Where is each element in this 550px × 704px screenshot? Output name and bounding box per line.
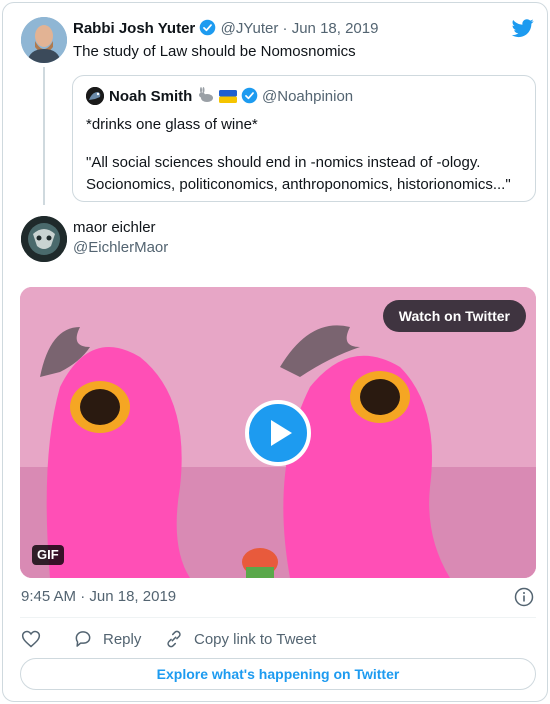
embedded-tweet-card: Rabbi Josh Yuter @JYuter · Jun 18, 2019 … — [2, 2, 548, 702]
watch-on-twitter-button[interactable]: Watch on Twitter — [382, 300, 526, 332]
quoted-line-1: *drinks one glass of wine* — [86, 116, 258, 133]
timestamp-time: 9:45 AM — [21, 588, 77, 605]
heart-icon — [21, 630, 41, 648]
like-button[interactable] — [21, 628, 51, 650]
verified-badge-icon — [200, 19, 216, 36]
explore-twitter-button[interactable]: Explore what's happening on Twitter — [20, 658, 536, 690]
author-name[interactable]: Rabbi Josh Yuter — [73, 20, 195, 37]
header-separator: · — [282, 20, 288, 37]
copy-link-label: Copy link to Tweet — [194, 630, 317, 648]
timestamp-separator: · — [80, 588, 86, 605]
twitter-bird-icon[interactable] — [511, 17, 535, 39]
quoted-tweet[interactable]: Noah Smith @Noahpinion *drinks one glass… — [72, 75, 536, 202]
thread-connector-line — [43, 67, 45, 205]
quoted-line-2: "All social sciences should end in -nomi… — [86, 154, 511, 193]
reply-bubble-icon — [75, 631, 91, 647]
copy-link-button[interactable]: Copy link to Tweet — [164, 628, 316, 650]
rabbit-emoji-icon — [198, 87, 213, 102]
timestamp-date: Jun 18, 2019 — [89, 588, 177, 605]
tweet-date[interactable]: Jun 18, 2019 — [292, 20, 379, 37]
reply-author-handle[interactable]: @EichlerMaor — [73, 239, 168, 257]
quoted-author-avatar — [86, 87, 104, 105]
quoted-tweet-header: Noah Smith @Noahpinion — [109, 87, 353, 105]
info-icon[interactable] — [514, 587, 534, 607]
divider — [20, 617, 536, 618]
reply-label: Reply — [103, 630, 142, 648]
quoted-verified-badge-icon — [241, 87, 258, 104]
gif-media[interactable]: Watch on Twitter GIF — [20, 287, 536, 578]
quoted-author-handle: @Noahpinion — [262, 88, 354, 105]
link-icon — [167, 630, 181, 648]
quoted-tweet-text: *drinks one glass of wine* "All social s… — [86, 114, 526, 196]
ukraine-flag-icon — [218, 90, 237, 103]
tweet-text: The study of Law should be Nomosnomics — [73, 43, 356, 60]
reply-button[interactable]: Reply — [73, 628, 141, 650]
author-avatar[interactable] — [21, 17, 67, 63]
quoted-author-name: Noah Smith — [109, 88, 193, 105]
tweet-timestamp[interactable]: 9:45 AM · Jun 18, 2019 — [21, 588, 176, 605]
play-icon[interactable] — [245, 400, 311, 466]
gif-badge: GIF — [32, 545, 64, 565]
reply-author-avatar[interactable] — [21, 216, 67, 262]
reply-author-name[interactable]: maor eichler — [73, 219, 156, 237]
tweet-header: Rabbi Josh Yuter @JYuter · Jun 18, 2019 — [73, 19, 378, 38]
author-handle[interactable]: @JYuter — [221, 20, 279, 37]
